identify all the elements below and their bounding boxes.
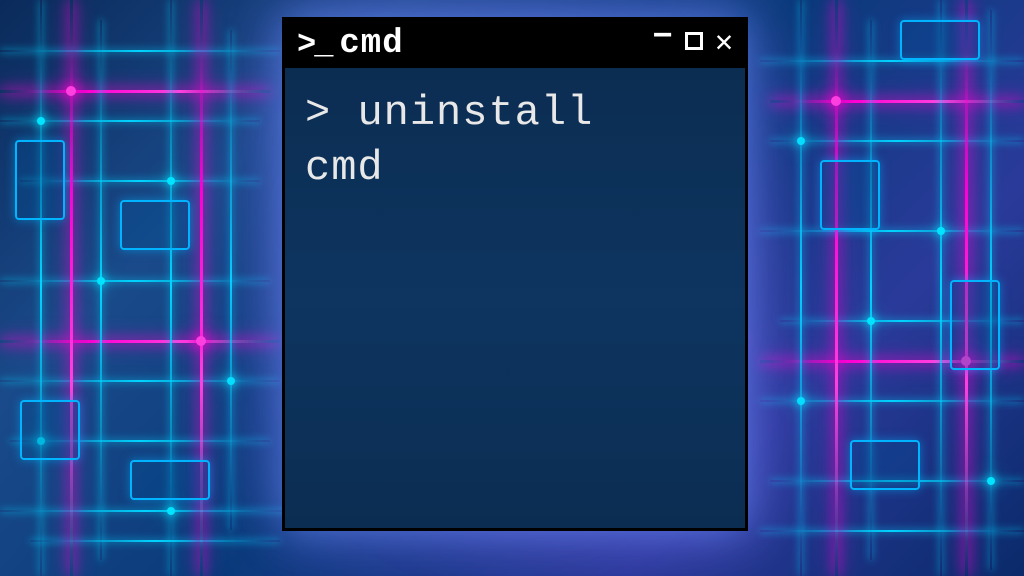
titlebar[interactable]: >_ cmd − ✕ bbox=[285, 20, 745, 68]
terminal-body[interactable]: > uninstall cmd bbox=[285, 68, 745, 528]
close-button[interactable]: ✕ bbox=[715, 29, 733, 59]
window-controls: − ✕ bbox=[653, 27, 733, 61]
terminal-window: >_ cmd − ✕ > uninstall cmd bbox=[282, 17, 748, 531]
command-text-1: uninstall bbox=[357, 89, 593, 137]
maximize-icon bbox=[685, 32, 703, 50]
terminal-icon: >_ bbox=[297, 26, 331, 63]
window-title: cmd bbox=[339, 25, 652, 63]
command-text-2: cmd bbox=[305, 141, 725, 196]
command-prompt-line: > uninstall bbox=[305, 86, 725, 141]
prompt-symbol: > bbox=[305, 89, 331, 137]
minimize-button[interactable]: − bbox=[653, 21, 673, 55]
maximize-button[interactable] bbox=[685, 30, 703, 58]
